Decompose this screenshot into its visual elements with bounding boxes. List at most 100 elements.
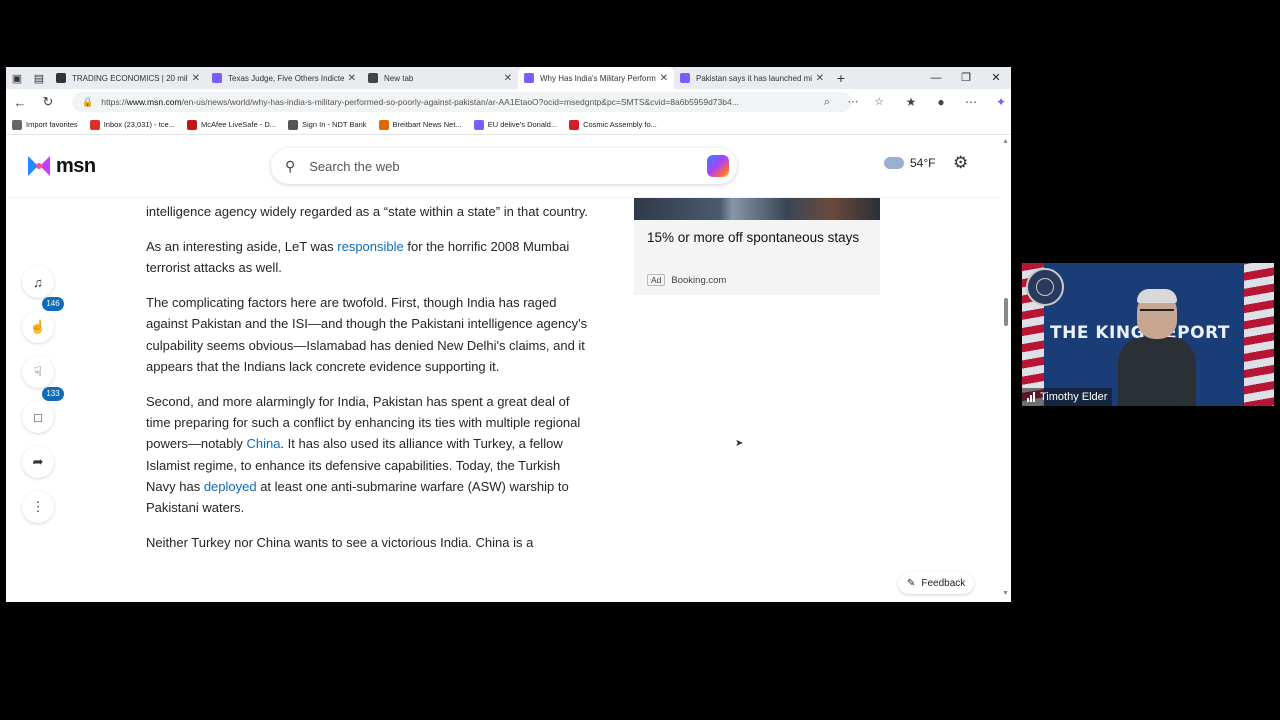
ad-card[interactable]: 15% or more off spontaneous stays Ad Boo… [634, 168, 880, 295]
bookmark-label: Breitbart News Net... [392, 120, 462, 129]
search-placeholder: Search the web [309, 158, 400, 174]
bookmark-item[interactable]: Import favorites [12, 119, 78, 130]
tab-favicon-icon [524, 73, 534, 83]
tab-close-icon[interactable]: ✕ [816, 73, 824, 84]
feedback-label: Feedback [921, 577, 966, 589]
new-tab-button[interactable]: + [830, 70, 852, 86]
bookmark-label: Cosmic Assembly fo... [583, 120, 657, 129]
msn-page: msn ⚲ Search the web 54°F ⚙ ♫ ☝ 146 ☟ □ 13… [6, 136, 1011, 602]
weather-temp: 54°F [910, 156, 936, 170]
browser-tab[interactable]: TRADING ECONOMICS | 20 millio ✕ [50, 67, 206, 89]
comment-icon: □ [34, 409, 42, 425]
bookmark-item[interactable]: Cosmic Assembly fo... [569, 119, 657, 130]
bookmark-item[interactable]: McAfee LiveSafe - D... [186, 119, 276, 130]
participant-name: Timothy Elder [1040, 391, 1108, 403]
scroll-up-arrow-icon[interactable]: ▲ [1002, 138, 1009, 145]
listen-button[interactable]: ♫ [22, 266, 54, 298]
tab-favicon-icon [680, 73, 690, 83]
video-call-tile[interactable]: THE KING REPORT Timothy Elder [1022, 263, 1274, 406]
bookmark-item[interactable]: EU delive's Donald... [473, 119, 557, 130]
zoom-icon[interactable]: ⌕ [814, 92, 840, 112]
share-icon: ➦ [32, 454, 44, 469]
share-button[interactable]: ➦ [22, 446, 54, 478]
feedback-icon: ✎ [907, 577, 916, 589]
signal-bars-icon [1027, 392, 1036, 402]
comments-button[interactable]: □ 133 [22, 387, 64, 433]
ad-source: Booking.com [671, 274, 727, 286]
restore-button[interactable]: ❐ [951, 67, 981, 89]
cloud-icon [884, 157, 904, 169]
bookmark-favicon-icon [89, 119, 100, 130]
url-field[interactable]: 🔒 https://www.msn.com/en-us/news/world/w… [72, 92, 852, 112]
tab-title: Pakistan says it has launched mili [696, 73, 812, 83]
search-box[interactable]: ⚲ Search the web [271, 148, 737, 184]
bookmark-favicon-icon [186, 119, 197, 130]
browser-tab[interactable]: Why Has India's Military Performe ✕ [518, 67, 674, 89]
bookmark-item[interactable]: Inbox (23,031) - tce... [89, 119, 175, 130]
like-button[interactable]: ☝ 146 [22, 297, 64, 343]
tab-close-icon[interactable]: ✕ [348, 73, 356, 84]
browser-window: ▣ ▤ TRADING ECONOMICS | 20 millio ✕ Texas … [6, 67, 1011, 602]
settings-gear-icon[interactable]: ⚙ [953, 153, 968, 173]
copilot-icon[interactable]: ✦ [986, 92, 1011, 112]
scroll-thumb[interactable] [1004, 298, 1008, 326]
favorites-icon[interactable]: ★ [896, 92, 926, 112]
bookmark-label: Import favorites [26, 120, 78, 129]
article-paragraph: As an interesting aside, LeT was respons… [146, 236, 591, 279]
bookmark-item[interactable]: Sign In - NDT Bank [288, 119, 367, 130]
headphones-icon: ♫ [33, 274, 43, 290]
bookmark-label: Inbox (23,031) - tce... [103, 120, 175, 129]
copilot-search-icon[interactable] [707, 155, 729, 177]
bookmark-favicon-icon [288, 119, 299, 130]
ad-tag: Ad [647, 274, 666, 286]
bookmark-item[interactable]: Breitbart News Net... [378, 119, 462, 130]
tab-favicon-icon [368, 73, 378, 83]
likes-count-badge: 146 [42, 297, 64, 311]
minimize-button[interactable]: — [921, 67, 951, 89]
dislike-button[interactable]: ☟ [22, 356, 54, 388]
tab-close-icon[interactable]: ✕ [504, 73, 512, 84]
weather-widget[interactable]: 54°F [884, 156, 935, 170]
page-scrollbar[interactable]: ▲ ▼ [1001, 136, 1011, 602]
scroll-down-arrow-icon[interactable]: ▼ [1002, 590, 1009, 597]
browser-tab[interactable]: New tab ✕ [362, 67, 518, 89]
tab-strip: ▣ ▤ TRADING ECONOMICS | 20 millio ✕ Texas … [6, 67, 1011, 89]
tab-close-icon[interactable]: ✕ [192, 73, 200, 84]
browser-tab[interactable]: Pakistan says it has launched mili ✕ [674, 67, 830, 89]
seal-logo-icon [1026, 268, 1064, 306]
address-toolbar: ← ↻ 🔒 https://www.msn.com/en-us/news/wor… [6, 89, 1011, 115]
msn-header: msn ⚲ Search the web 54°F ⚙ [6, 136, 1001, 198]
text-run: As an interesting aside, LeT was [146, 239, 338, 255]
window-controls: — ❐ ✕ [921, 67, 1011, 89]
comments-count-badge: 133 [42, 387, 64, 401]
article-paragraph: Neither Turkey nor China wants to see a … [146, 535, 534, 551]
tab-actions-icon[interactable]: ▤ [28, 67, 50, 89]
mouse-cursor-icon: ➤ [735, 438, 744, 449]
tab-close-icon[interactable]: ✕ [660, 73, 668, 84]
more-options-icon[interactable]: ⋯ [956, 92, 986, 112]
china-link[interactable]: China [246, 436, 280, 451]
tab-title: New tab [384, 73, 414, 83]
profile-icon[interactable]: ● [926, 92, 956, 112]
refresh-icon[interactable]: ↻ [34, 94, 62, 110]
tab-title: Texas Judge, Five Others Indicted [228, 73, 344, 83]
close-window-button[interactable]: ✕ [981, 67, 1011, 89]
feedback-button[interactable]: ✎ Feedback [898, 572, 975, 594]
participant-nameplate: Timothy Elder [1022, 388, 1113, 406]
url-prefix: https:// [101, 97, 127, 107]
vertical-dots-icon: ⋮ [31, 499, 45, 514]
responsible-link[interactable]: responsible [337, 239, 404, 254]
workspaces-icon[interactable]: ▣ [6, 67, 28, 89]
favorite-star-icon[interactable]: ☆ [866, 92, 892, 112]
read-aloud-icon[interactable]: ⋯ [840, 92, 866, 112]
bookmark-label: Sign In - NDT Bank [302, 120, 367, 129]
url-path: /en-us/news/world/why-has-india-s-milita… [181, 97, 739, 107]
back-icon[interactable]: ← [6, 95, 34, 110]
participant-video [1118, 289, 1196, 406]
browser-tab[interactable]: Texas Judge, Five Others Indicted ✕ [206, 67, 362, 89]
msn-logo[interactable]: msn [26, 154, 96, 178]
tab-favicon-icon [56, 73, 66, 83]
deployed-link[interactable]: deployed [204, 479, 257, 494]
more-actions-button[interactable]: ⋮ [22, 491, 54, 523]
search-icon: ⚲ [285, 157, 296, 174]
